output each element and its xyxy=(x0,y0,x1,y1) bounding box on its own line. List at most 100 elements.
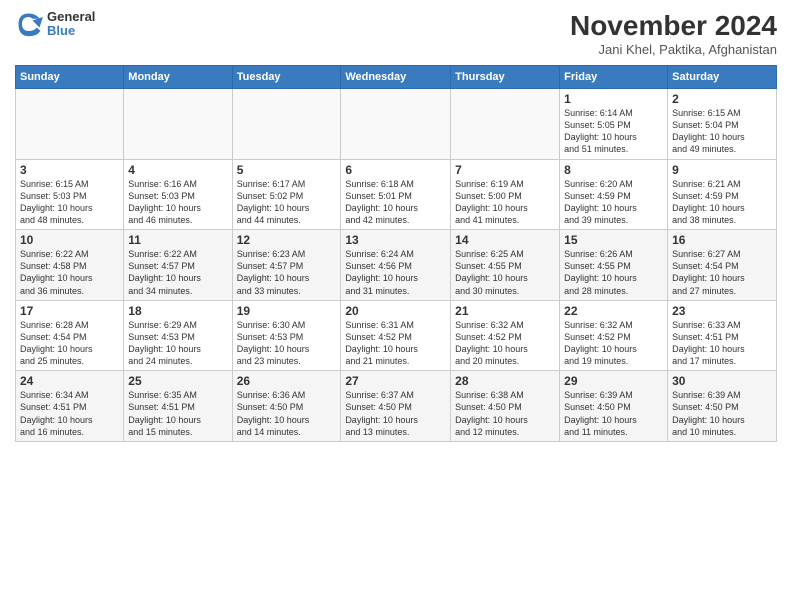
day-info-w1-d6: Sunrise: 6:21 AM Sunset: 4:59 PM Dayligh… xyxy=(672,178,772,227)
day-info-w3-d0: Sunrise: 6:28 AM Sunset: 4:54 PM Dayligh… xyxy=(20,319,119,368)
header-friday: Friday xyxy=(560,66,668,89)
day-number-w3-d0: 17 xyxy=(20,304,119,318)
header-saturday: Saturday xyxy=(668,66,777,89)
cell-w2-d0: 10Sunrise: 6:22 AM Sunset: 4:58 PM Dayli… xyxy=(16,230,124,301)
header: General Blue November 2024 Jani Khel, Pa… xyxy=(15,10,777,57)
cell-w3-d3: 20Sunrise: 6:31 AM Sunset: 4:52 PM Dayli… xyxy=(341,300,451,371)
day-info-w1-d0: Sunrise: 6:15 AM Sunset: 5:03 PM Dayligh… xyxy=(20,178,119,227)
day-info-w3-d2: Sunrise: 6:30 AM Sunset: 4:53 PM Dayligh… xyxy=(237,319,337,368)
cell-w1-d1: 4Sunrise: 6:16 AM Sunset: 5:03 PM Daylig… xyxy=(124,159,232,230)
calendar: Sunday Monday Tuesday Wednesday Thursday… xyxy=(15,65,777,442)
cell-w2-d3: 13Sunrise: 6:24 AM Sunset: 4:56 PM Dayli… xyxy=(341,230,451,301)
day-info-w4-d4: Sunrise: 6:38 AM Sunset: 4:50 PM Dayligh… xyxy=(455,389,555,438)
day-info-w2-d4: Sunrise: 6:25 AM Sunset: 4:55 PM Dayligh… xyxy=(455,248,555,297)
day-number-w0-d5: 1 xyxy=(564,92,663,106)
cell-w4-d5: 29Sunrise: 6:39 AM Sunset: 4:50 PM Dayli… xyxy=(560,371,668,442)
day-number-w4-d3: 27 xyxy=(345,374,446,388)
cell-w1-d0: 3Sunrise: 6:15 AM Sunset: 5:03 PM Daylig… xyxy=(16,159,124,230)
day-number-w1-d3: 6 xyxy=(345,163,446,177)
cell-w4-d3: 27Sunrise: 6:37 AM Sunset: 4:50 PM Dayli… xyxy=(341,371,451,442)
day-number-w4-d1: 25 xyxy=(128,374,227,388)
day-info-w4-d2: Sunrise: 6:36 AM Sunset: 4:50 PM Dayligh… xyxy=(237,389,337,438)
day-number-w1-d0: 3 xyxy=(20,163,119,177)
day-number-w4-d5: 29 xyxy=(564,374,663,388)
day-number-w1-d4: 7 xyxy=(455,163,555,177)
day-info-w2-d3: Sunrise: 6:24 AM Sunset: 4:56 PM Dayligh… xyxy=(345,248,446,297)
day-info-w4-d6: Sunrise: 6:39 AM Sunset: 4:50 PM Dayligh… xyxy=(672,389,772,438)
week-row-4: 24Sunrise: 6:34 AM Sunset: 4:51 PM Dayli… xyxy=(16,371,777,442)
day-number-w3-d3: 20 xyxy=(345,304,446,318)
logo-icon xyxy=(15,10,43,38)
day-number-w3-d5: 22 xyxy=(564,304,663,318)
cell-w3-d1: 18Sunrise: 6:29 AM Sunset: 4:53 PM Dayli… xyxy=(124,300,232,371)
day-info-w1-d1: Sunrise: 6:16 AM Sunset: 5:03 PM Dayligh… xyxy=(128,178,227,227)
day-number-w3-d4: 21 xyxy=(455,304,555,318)
cell-w2-d2: 12Sunrise: 6:23 AM Sunset: 4:57 PM Dayli… xyxy=(232,230,341,301)
cell-w3-d2: 19Sunrise: 6:30 AM Sunset: 4:53 PM Dayli… xyxy=(232,300,341,371)
day-info-w2-d2: Sunrise: 6:23 AM Sunset: 4:57 PM Dayligh… xyxy=(237,248,337,297)
day-number-w2-d3: 13 xyxy=(345,233,446,247)
cell-w3-d5: 22Sunrise: 6:32 AM Sunset: 4:52 PM Dayli… xyxy=(560,300,668,371)
day-number-w2-d4: 14 xyxy=(455,233,555,247)
day-info-w3-d6: Sunrise: 6:33 AM Sunset: 4:51 PM Dayligh… xyxy=(672,319,772,368)
day-info-w1-d2: Sunrise: 6:17 AM Sunset: 5:02 PM Dayligh… xyxy=(237,178,337,227)
cell-w2-d5: 15Sunrise: 6:26 AM Sunset: 4:55 PM Dayli… xyxy=(560,230,668,301)
week-row-0: 1Sunrise: 6:14 AM Sunset: 5:05 PM Daylig… xyxy=(16,89,777,160)
logo-text: General Blue xyxy=(47,10,95,39)
day-info-w4-d1: Sunrise: 6:35 AM Sunset: 4:51 PM Dayligh… xyxy=(128,389,227,438)
cell-w1-d4: 7Sunrise: 6:19 AM Sunset: 5:00 PM Daylig… xyxy=(451,159,560,230)
day-number-w2-d0: 10 xyxy=(20,233,119,247)
cell-w1-d6: 9Sunrise: 6:21 AM Sunset: 4:59 PM Daylig… xyxy=(668,159,777,230)
day-number-w3-d2: 19 xyxy=(237,304,337,318)
day-info-w4-d3: Sunrise: 6:37 AM Sunset: 4:50 PM Dayligh… xyxy=(345,389,446,438)
cell-w1-d3: 6Sunrise: 6:18 AM Sunset: 5:01 PM Daylig… xyxy=(341,159,451,230)
day-number-w1-d5: 8 xyxy=(564,163,663,177)
cell-w3-d0: 17Sunrise: 6:28 AM Sunset: 4:54 PM Dayli… xyxy=(16,300,124,371)
cell-w0-d5: 1Sunrise: 6:14 AM Sunset: 5:05 PM Daylig… xyxy=(560,89,668,160)
day-number-w4-d0: 24 xyxy=(20,374,119,388)
cell-w0-d3 xyxy=(341,89,451,160)
day-number-w4-d2: 26 xyxy=(237,374,337,388)
header-wednesday: Wednesday xyxy=(341,66,451,89)
day-info-w4-d5: Sunrise: 6:39 AM Sunset: 4:50 PM Dayligh… xyxy=(564,389,663,438)
logo-blue-text: Blue xyxy=(47,24,95,38)
day-number-w2-d1: 11 xyxy=(128,233,227,247)
cell-w1-d5: 8Sunrise: 6:20 AM Sunset: 4:59 PM Daylig… xyxy=(560,159,668,230)
title-block: November 2024 Jani Khel, Paktika, Afghan… xyxy=(570,10,777,57)
cell-w4-d2: 26Sunrise: 6:36 AM Sunset: 4:50 PM Dayli… xyxy=(232,371,341,442)
day-number-w0-d6: 2 xyxy=(672,92,772,106)
day-number-w2-d6: 16 xyxy=(672,233,772,247)
header-sunday: Sunday xyxy=(16,66,124,89)
cell-w4-d4: 28Sunrise: 6:38 AM Sunset: 4:50 PM Dayli… xyxy=(451,371,560,442)
day-info-w1-d5: Sunrise: 6:20 AM Sunset: 4:59 PM Dayligh… xyxy=(564,178,663,227)
day-number-w4-d4: 28 xyxy=(455,374,555,388)
cell-w4-d1: 25Sunrise: 6:35 AM Sunset: 4:51 PM Dayli… xyxy=(124,371,232,442)
cell-w0-d4 xyxy=(451,89,560,160)
week-row-3: 17Sunrise: 6:28 AM Sunset: 4:54 PM Dayli… xyxy=(16,300,777,371)
day-number-w1-d6: 9 xyxy=(672,163,772,177)
cell-w0-d2 xyxy=(232,89,341,160)
day-info-w2-d0: Sunrise: 6:22 AM Sunset: 4:58 PM Dayligh… xyxy=(20,248,119,297)
day-info-w3-d5: Sunrise: 6:32 AM Sunset: 4:52 PM Dayligh… xyxy=(564,319,663,368)
header-monday: Monday xyxy=(124,66,232,89)
cell-w1-d2: 5Sunrise: 6:17 AM Sunset: 5:02 PM Daylig… xyxy=(232,159,341,230)
calendar-body: 1Sunrise: 6:14 AM Sunset: 5:05 PM Daylig… xyxy=(16,89,777,442)
cell-w4-d0: 24Sunrise: 6:34 AM Sunset: 4:51 PM Dayli… xyxy=(16,371,124,442)
week-row-2: 10Sunrise: 6:22 AM Sunset: 4:58 PM Dayli… xyxy=(16,230,777,301)
cell-w4-d6: 30Sunrise: 6:39 AM Sunset: 4:50 PM Dayli… xyxy=(668,371,777,442)
cell-w0-d0 xyxy=(16,89,124,160)
header-tuesday: Tuesday xyxy=(232,66,341,89)
day-info-w2-d1: Sunrise: 6:22 AM Sunset: 4:57 PM Dayligh… xyxy=(128,248,227,297)
day-info-w3-d1: Sunrise: 6:29 AM Sunset: 4:53 PM Dayligh… xyxy=(128,319,227,368)
cell-w3-d6: 23Sunrise: 6:33 AM Sunset: 4:51 PM Dayli… xyxy=(668,300,777,371)
day-info-w0-d5: Sunrise: 6:14 AM Sunset: 5:05 PM Dayligh… xyxy=(564,107,663,156)
location-subtitle: Jani Khel, Paktika, Afghanistan xyxy=(570,42,777,57)
day-info-w1-d4: Sunrise: 6:19 AM Sunset: 5:00 PM Dayligh… xyxy=(455,178,555,227)
logo: General Blue xyxy=(15,10,95,39)
day-info-w2-d5: Sunrise: 6:26 AM Sunset: 4:55 PM Dayligh… xyxy=(564,248,663,297)
calendar-header: Sunday Monday Tuesday Wednesday Thursday… xyxy=(16,66,777,89)
day-number-w4-d6: 30 xyxy=(672,374,772,388)
day-number-w1-d2: 5 xyxy=(237,163,337,177)
day-info-w3-d4: Sunrise: 6:32 AM Sunset: 4:52 PM Dayligh… xyxy=(455,319,555,368)
day-number-w3-d6: 23 xyxy=(672,304,772,318)
